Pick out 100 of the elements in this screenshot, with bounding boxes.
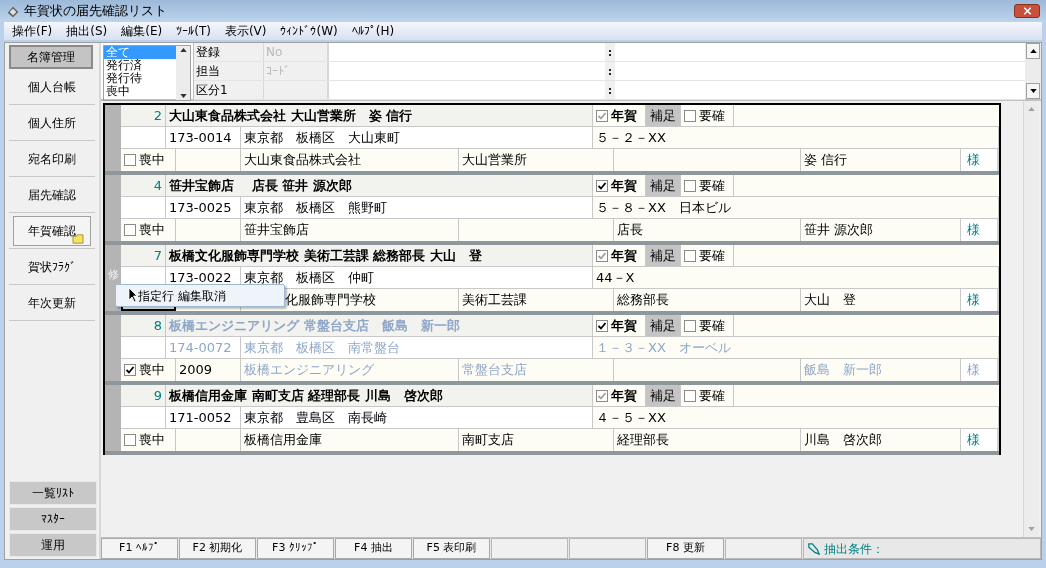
field-label: 担当 bbox=[194, 62, 264, 80]
function-key[interactable]: F5 表印刷 bbox=[413, 538, 490, 559]
checkbox-label: 喪中 bbox=[139, 221, 165, 240]
record-number: 7 bbox=[153, 246, 162, 265]
checkbox[interactable] bbox=[684, 249, 696, 262]
function-key[interactable]: F4 抽出 bbox=[335, 538, 412, 559]
list-item[interactable]: 喪中 bbox=[104, 85, 176, 98]
status-label: 抽出条件： bbox=[824, 540, 884, 558]
close-button[interactable] bbox=[1014, 4, 1040, 18]
record-number: 9 bbox=[153, 386, 162, 405]
sidebar-item[interactable]: 宛名印刷 bbox=[13, 143, 91, 174]
context-menu-item[interactable]: 指定行 編集取消 bbox=[115, 284, 285, 307]
separator-colon: : bbox=[608, 64, 612, 79]
checkbox[interactable] bbox=[124, 154, 136, 166]
field-label: 登録 bbox=[194, 43, 264, 61]
row-gutter bbox=[105, 175, 121, 241]
scroll-down-icon bbox=[1029, 89, 1037, 93]
honorific: 様 bbox=[967, 431, 980, 450]
scroll-up-button[interactable] bbox=[1026, 43, 1040, 59]
menu-item[interactable]: 抽出(S) bbox=[66, 22, 108, 40]
postcode: 173-0025 bbox=[166, 197, 241, 218]
function-key[interactable]: F8 更新 bbox=[647, 538, 724, 559]
postcode: 174-0072 bbox=[166, 337, 241, 358]
job-title: 経理部長 bbox=[614, 429, 801, 451]
recipient-title: 笹井宝飾店 店長 笹井 源次郎 bbox=[169, 176, 352, 195]
address: 東京都 板橋区 仲町 bbox=[241, 267, 593, 288]
sidebar-button[interactable]: 一覧ﾘｽﾄ bbox=[9, 481, 97, 505]
menu-item[interactable]: 編集(E) bbox=[121, 22, 163, 40]
scroll-down-button[interactable] bbox=[1026, 83, 1040, 99]
company: 笹井宝飾店 bbox=[241, 219, 459, 241]
street-number: 44－X bbox=[593, 267, 999, 288]
checkbox-label: 要確 bbox=[699, 106, 725, 125]
checkbox[interactable] bbox=[684, 319, 696, 332]
checkbox[interactable] bbox=[124, 434, 136, 446]
list-item[interactable]: 発行済 bbox=[104, 59, 176, 72]
department: 南町支店 bbox=[459, 429, 614, 451]
code-field[interactable] bbox=[264, 81, 328, 99]
department: 大山営業所 bbox=[459, 149, 614, 171]
pin-icon bbox=[808, 542, 820, 555]
function-key[interactable]: F3 ｸﾘｯﾌﾟ bbox=[257, 538, 334, 559]
checkbox[interactable] bbox=[596, 319, 608, 332]
record-number: 8 bbox=[153, 316, 162, 335]
checkbox-label: 要確 bbox=[699, 176, 725, 195]
sidebar-item[interactable]: 年賀確認 bbox=[13, 215, 91, 246]
recipient-title: 板橋文化服飾専門学校 美術工芸課 総務部長 大山 登 bbox=[169, 246, 482, 265]
company: 板橋信用金庫 bbox=[241, 429, 459, 451]
menu-item[interactable]: ﾍﾙﾌﾟ(H) bbox=[351, 22, 395, 40]
checkbox-label: 要確 bbox=[699, 386, 725, 405]
job-title: 店長 bbox=[614, 219, 801, 241]
sidebar-item[interactable]: 年次更新 bbox=[13, 287, 91, 318]
checkbox-label: 年賀 bbox=[611, 176, 637, 195]
checkbox-label: 喪中 bbox=[139, 151, 165, 170]
sidebar-item[interactable]: 個人台帳 bbox=[13, 71, 91, 102]
sidebar-item[interactable]: 届先確認 bbox=[13, 179, 91, 210]
function-key[interactable]: F2 初期化 bbox=[179, 538, 256, 559]
year: 2009 bbox=[176, 359, 241, 381]
street-number: １－３－XX オーベル bbox=[593, 337, 999, 358]
checkbox-label: 喪中 bbox=[139, 431, 165, 450]
menu-item[interactable]: ﾂｰﾙ(T) bbox=[176, 22, 211, 40]
separator-colon: : bbox=[608, 45, 612, 60]
function-key[interactable]: F1 ﾍﾙﾌﾟ bbox=[101, 538, 178, 559]
function-key[interactable] bbox=[569, 538, 646, 559]
sidebar-button[interactable]: ﾏｽﾀｰ bbox=[9, 507, 97, 531]
menu-item[interactable]: 操作(F) bbox=[12, 22, 53, 40]
street-number: ５－２－XX bbox=[593, 127, 999, 148]
recipient-title: 板橋エンジニアリング 常盤台支店 飯島 新一郎 bbox=[169, 316, 460, 335]
sidebar-item[interactable]: 個人住所 bbox=[13, 107, 91, 138]
list-item[interactable]: 発行待 bbox=[104, 72, 176, 85]
recipient-title: 板橋信用金庫 南町支店 経理部長 川島 啓次郎 bbox=[169, 386, 443, 405]
function-key[interactable] bbox=[725, 538, 802, 559]
checkbox-label: 要確 bbox=[699, 246, 725, 265]
recipient-title: 大山東食品株式会社 大山営業所 姿 信行 bbox=[169, 106, 413, 125]
checkbox[interactable] bbox=[684, 109, 696, 122]
honorific: 様 bbox=[967, 221, 980, 240]
sidebar-item[interactable]: 賀状ﾌﾗｸﾞ bbox=[13, 251, 91, 282]
checkbox[interactable] bbox=[124, 364, 136, 376]
address: 東京都 板橋区 大山東町 bbox=[241, 127, 593, 148]
checkbox[interactable] bbox=[596, 179, 608, 192]
checkbox[interactable] bbox=[684, 389, 696, 402]
address: 東京都 板橋区 熊野町 bbox=[241, 197, 593, 218]
app-icon bbox=[6, 4, 20, 18]
honorific: 様 bbox=[967, 151, 980, 170]
street-number: ５－８－XX 日本ビル bbox=[593, 197, 999, 218]
scroll-up-icon bbox=[1029, 49, 1037, 53]
menu-item[interactable]: ｳｨﾝﾄﾞｳ(W) bbox=[280, 22, 338, 40]
scroll-up-icon[interactable] bbox=[179, 48, 187, 52]
scroll-down-icon[interactable] bbox=[179, 94, 187, 98]
sidebar-button[interactable]: 運用 bbox=[9, 533, 97, 557]
street-number: ４－５－XX bbox=[593, 407, 999, 428]
menu-item[interactable]: 表示(V) bbox=[224, 22, 267, 40]
checkbox-label: 年賀 bbox=[611, 246, 637, 265]
checkbox[interactable] bbox=[684, 179, 696, 192]
row-gutter bbox=[105, 385, 121, 451]
checkbox[interactable] bbox=[124, 224, 136, 236]
sidebar-item[interactable]: 名簿管理 bbox=[9, 45, 93, 69]
address: 東京都 板橋区 南常盤台 bbox=[241, 337, 593, 358]
checkbox-label: 年賀 bbox=[611, 106, 637, 125]
function-key[interactable] bbox=[491, 538, 568, 559]
checkbox-label: 年賀 bbox=[611, 316, 637, 335]
address: 東京都 豊島区 南長崎 bbox=[241, 407, 593, 428]
